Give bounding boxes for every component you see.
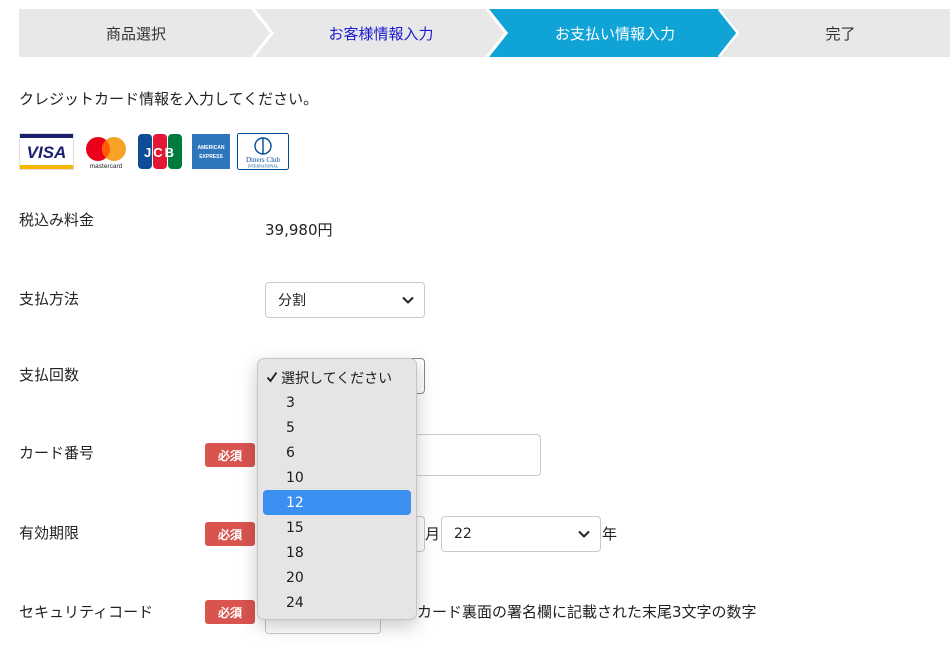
dropdown-option-label: 15: [286, 519, 304, 536]
dropdown-option-label: 20: [286, 569, 304, 586]
installments-dropdown[interactable]: 選択してください 3 5 6 10 12 15 18 20 24: [257, 358, 417, 620]
step-label: お支払い情報入力: [554, 24, 675, 43]
mastercard-logo: mastercard: [86, 137, 126, 170]
security-code-hint: カード裏面の署名欄に記載された末尾3文字の数字: [417, 603, 757, 621]
required-badge: 必須: [205, 443, 255, 467]
step-payment-info: お支払い情報入力: [489, 9, 741, 57]
chevron-down-icon: [402, 296, 414, 304]
svg-text:JCB: JCB: [144, 145, 176, 160]
dropdown-option[interactable]: 5: [263, 415, 411, 440]
step-separator: [252, 9, 274, 57]
expiry-label: 有効期限: [19, 524, 80, 542]
dropdown-option[interactable]: 15: [263, 515, 411, 540]
chevron-down-icon: [578, 530, 590, 538]
payment-method-select[interactable]: 分割: [265, 282, 425, 318]
dropdown-option[interactable]: 18: [263, 540, 411, 565]
dropdown-option-label: 10: [286, 469, 304, 486]
dropdown-option-highlighted[interactable]: 12: [263, 490, 411, 515]
step-separator: [718, 9, 740, 57]
dropdown-option-label: 3: [286, 394, 295, 411]
expiry-year-value: 22: [454, 526, 472, 542]
intro-text: クレジットカード情報を入力してください。: [19, 90, 319, 108]
dropdown-option[interactable]: 3: [263, 390, 411, 415]
checkout-steps: 商品選択 お客様情報入力 お支払い情報入力 完了: [19, 9, 950, 57]
dropdown-option-label: 12: [286, 494, 304, 511]
dropdown-option-label: 選択してください: [281, 370, 393, 387]
svg-text:AMERICAN: AMERICAN: [198, 145, 225, 151]
step-complete: 完了: [721, 9, 950, 57]
expiry-month-suffix: 月: [425, 525, 441, 543]
dropdown-option-label: 24: [286, 594, 304, 611]
price-value: 39,980円: [265, 221, 333, 239]
svg-text:EXPRESS: EXPRESS: [199, 154, 223, 160]
diners-club-logo: Diners Club INTERNATIONAL: [237, 133, 289, 170]
dropdown-option[interactable]: 選択してください: [263, 365, 411, 390]
dropdown-option-label: 5: [286, 419, 295, 436]
svg-text:Diners Club: Diners Club: [246, 156, 281, 164]
step-label: 完了: [825, 24, 856, 43]
security-code-label: セキュリティコード: [19, 603, 154, 621]
dropdown-option[interactable]: 6: [263, 440, 411, 465]
payment-method-value: 分割: [278, 293, 306, 309]
required-badge: 必須: [205, 600, 255, 624]
jcb-logo: JCB: [138, 134, 182, 169]
dropdown-option[interactable]: 24: [263, 590, 411, 615]
dropdown-option[interactable]: 20: [263, 565, 411, 590]
dropdown-option-label: 18: [286, 544, 304, 561]
step-label[interactable]: お客様情報入力: [328, 23, 433, 44]
installments-label: 支払回数: [19, 366, 80, 384]
step-product-select: 商品選択: [19, 9, 271, 57]
svg-text:VISA: VISA: [27, 143, 67, 162]
payment-method-label: 支払方法: [19, 290, 80, 308]
price-label: 税込み料金: [19, 211, 95, 229]
expiry-year-select[interactable]: 22: [441, 516, 601, 552]
step-label: 商品選択: [105, 24, 166, 43]
svg-text:mastercard: mastercard: [90, 163, 123, 170]
amex-logo: AMERICAN EXPRESS: [192, 134, 230, 169]
required-badge: 必須: [205, 522, 255, 546]
svg-text:INTERNATIONAL: INTERNATIONAL: [248, 165, 279, 169]
step-customer-info[interactable]: お客様情報入力: [255, 9, 507, 57]
card-number-label: カード番号: [19, 444, 95, 462]
dropdown-option-label: 6: [286, 444, 295, 461]
checkmark-icon: [266, 371, 278, 383]
expiry-year-suffix: 年: [602, 525, 618, 543]
visa-logo: VISA: [19, 133, 74, 170]
step-separator: [486, 9, 508, 57]
dropdown-option[interactable]: 10: [263, 465, 411, 490]
